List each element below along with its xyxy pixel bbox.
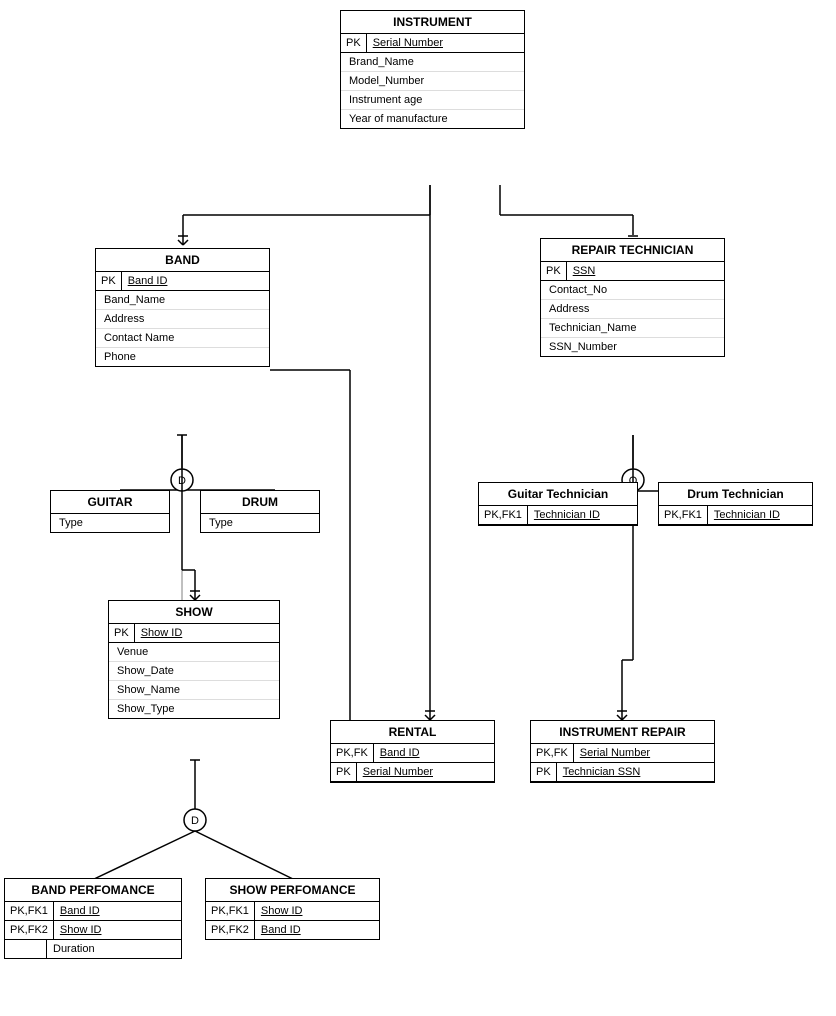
- show-perf-pk2-value: Band ID: [255, 921, 307, 939]
- guitar-tech-title: Guitar Technician: [479, 483, 637, 506]
- erd-diagram: D O D: [0, 0, 836, 1016]
- rental-title: RENTAL: [331, 721, 494, 744]
- drum-tech-pk-value: Technician ID: [708, 506, 786, 524]
- drum-tech-title: Drum Technician: [659, 483, 812, 506]
- drum-technician-entity: Drum Technician PK,FK1 Technician ID: [658, 482, 813, 526]
- drum-entity: DRUM Type: [200, 490, 320, 533]
- instrument-attr-4: Year of manufacture: [341, 110, 524, 128]
- repair-tech-pk-label: PK: [541, 262, 567, 280]
- guitar-tech-pk-value: Technician ID: [528, 506, 606, 524]
- repair-tech-attr-3: Technician_Name: [541, 319, 724, 338]
- band-pk-label: PK: [96, 272, 122, 290]
- band-perf-pk3-value: Duration: [47, 940, 101, 958]
- rental-pk1-label: PK,FK: [331, 744, 374, 762]
- show-performance-title: SHOW PERFOMANCE: [206, 879, 379, 902]
- show-attr-3: Show_Name: [109, 681, 279, 700]
- guitar-entity: GUITAR Type: [50, 490, 170, 533]
- instr-repair-pk2-label: PK: [531, 763, 557, 781]
- repair-tech-attr-4: SSN_Number: [541, 338, 724, 356]
- show-perf-pk2-label: PK,FK2: [206, 921, 255, 939]
- repair-technician-entity: REPAIR TECHNICIAN PK SSN Contact_No Addr…: [540, 238, 725, 357]
- band-perf-pk2-value: Show ID: [54, 921, 108, 939]
- instrument-attr-3: Instrument age: [341, 91, 524, 110]
- show-performance-entity: SHOW PERFOMANCE PK,FK1 Show ID PK,FK2 Ba…: [205, 878, 380, 940]
- instr-repair-pk2-value: Technician SSN: [557, 763, 647, 781]
- rental-entity: RENTAL PK,FK Band ID PK Serial Number: [330, 720, 495, 783]
- show-pk-label: PK: [109, 624, 135, 642]
- band-perf-pk2-label: PK,FK2: [5, 921, 54, 939]
- guitar-technician-entity: Guitar Technician PK,FK1 Technician ID: [478, 482, 638, 526]
- guitar-title: GUITAR: [51, 491, 169, 514]
- show-perf-pk1-label: PK,FK1: [206, 902, 255, 920]
- band-perf-pk3-label: [5, 940, 47, 958]
- show-perf-pk1-value: Show ID: [255, 902, 309, 920]
- band-attr-4: Phone: [96, 348, 269, 366]
- show-title: SHOW: [109, 601, 279, 624]
- instr-repair-pk1-label: PK,FK: [531, 744, 574, 762]
- band-performance-entity: BAND PERFOMANCE PK,FK1 Band ID PK,FK2 Sh…: [4, 878, 182, 959]
- instrument-attr-2: Model_Number: [341, 72, 524, 91]
- band-performance-title: BAND PERFOMANCE: [5, 879, 181, 902]
- drum-attr-1: Type: [201, 514, 319, 532]
- rental-pk1-value: Band ID: [374, 744, 426, 762]
- repair-tech-pk-value: SSN: [567, 262, 602, 280]
- instrument-pk-value: Serial Number: [367, 34, 449, 52]
- show-attr-4: Show_Type: [109, 700, 279, 718]
- rental-pk2-label: PK: [331, 763, 357, 781]
- instrument-repair-title: INSTRUMENT REPAIR: [531, 721, 714, 744]
- instrument-repair-entity: INSTRUMENT REPAIR PK,FK Serial Number PK…: [530, 720, 715, 783]
- rental-pk2-value: Serial Number: [357, 763, 439, 781]
- svg-text:D: D: [178, 475, 186, 487]
- instrument-pk-label: PK: [341, 34, 367, 52]
- instr-repair-pk1-value: Serial Number: [574, 744, 656, 762]
- band-perf-pk1-value: Band ID: [54, 902, 106, 920]
- band-title: BAND: [96, 249, 269, 272]
- repair-technician-title: REPAIR TECHNICIAN: [541, 239, 724, 262]
- instrument-attr-1: Brand_Name: [341, 53, 524, 72]
- guitar-attr-1: Type: [51, 514, 169, 532]
- band-pk-value: Band ID: [122, 272, 174, 290]
- show-attr-1: Venue: [109, 643, 279, 662]
- band-attr-2: Address: [96, 310, 269, 329]
- repair-tech-attr-2: Address: [541, 300, 724, 319]
- band-attr-3: Contact Name: [96, 329, 269, 348]
- drum-title: DRUM: [201, 491, 319, 514]
- guitar-tech-pk-label: PK,FK1: [479, 506, 528, 524]
- repair-tech-attr-1: Contact_No: [541, 281, 724, 300]
- band-attr-1: Band_Name: [96, 291, 269, 310]
- show-entity: SHOW PK Show ID Venue Show_Date Show_Nam…: [108, 600, 280, 719]
- show-attr-2: Show_Date: [109, 662, 279, 681]
- drum-tech-pk-label: PK,FK1: [659, 506, 708, 524]
- show-pk-value: Show ID: [135, 624, 189, 642]
- instrument-entity: INSTRUMENT PK Serial Number Brand_Name M…: [340, 10, 525, 129]
- svg-text:D: D: [191, 815, 199, 827]
- band-entity: BAND PK Band ID Band_Name Address Contac…: [95, 248, 270, 367]
- instrument-title: INSTRUMENT: [341, 11, 524, 34]
- band-perf-pk1-label: PK,FK1: [5, 902, 54, 920]
